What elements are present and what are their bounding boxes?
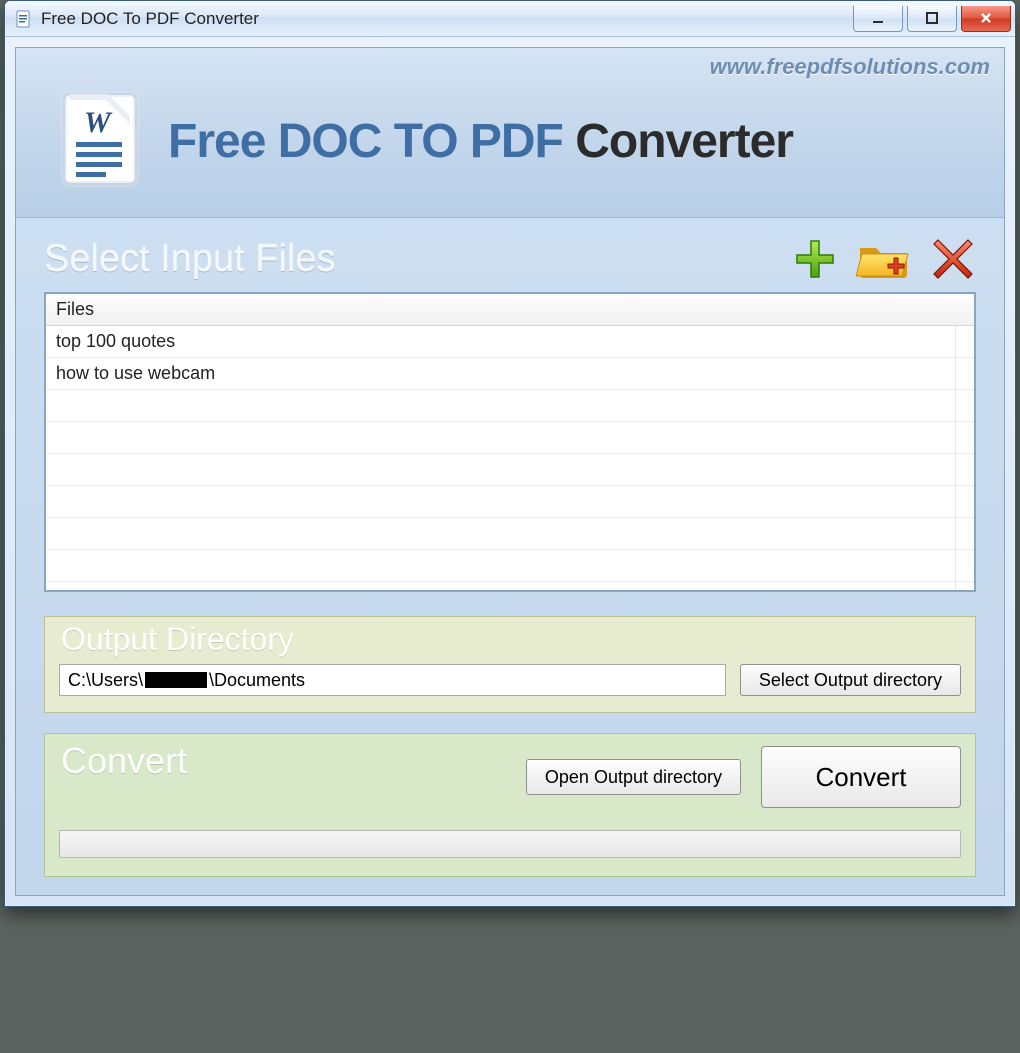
- input-section-title: Select Input Files: [44, 238, 335, 281]
- window-title: Free DOC To PDF Converter: [41, 9, 259, 29]
- file-row-empty: [46, 454, 974, 486]
- file-row[interactable]: how to use webcam: [46, 358, 974, 390]
- remove-file-button[interactable]: [930, 236, 976, 282]
- file-row-empty: [46, 486, 974, 518]
- output-path-input[interactable]: C:\Users\ \Documents: [59, 664, 726, 696]
- svg-text:W: W: [84, 106, 113, 139]
- file-list-header: Files: [46, 294, 974, 326]
- input-section-header: Select Input Files: [16, 218, 1004, 286]
- file-row[interactable]: top 100 quotes: [46, 326, 974, 358]
- output-path-prefix: C:\Users\: [68, 670, 143, 691]
- file-row-empty: [46, 550, 974, 582]
- progress-bar: [59, 830, 961, 858]
- minimize-button[interactable]: [853, 6, 903, 32]
- open-output-button[interactable]: Open Output directory: [526, 759, 741, 795]
- website-url: www.freepdfsolutions.com: [710, 54, 990, 80]
- file-row-empty: [46, 390, 974, 422]
- brand-word-4: Converter: [575, 115, 793, 168]
- output-row: C:\Users\ \Documents Select Output direc…: [59, 664, 961, 696]
- add-folder-button[interactable]: [856, 236, 912, 282]
- brand-word-1: Free: [168, 115, 265, 168]
- window-controls: [853, 6, 1015, 32]
- brand-word-2: DOC: [278, 115, 382, 168]
- redacted-segment: [145, 672, 207, 688]
- app-icon: [15, 10, 33, 28]
- main-panel: www.freepdfsolutions.com W: [15, 47, 1005, 896]
- file-row-empty: [46, 422, 974, 454]
- client-area: www.freepdfsolutions.com W: [5, 37, 1015, 906]
- select-output-button[interactable]: Select Output directory: [740, 664, 961, 696]
- add-file-button[interactable]: [792, 236, 838, 282]
- brand-row: W Free DOC TO PDF Converter: [44, 84, 793, 199]
- file-list[interactable]: Files top 100 quoteshow to use webcam: [44, 292, 976, 592]
- toolbar: [792, 236, 976, 282]
- maximize-button[interactable]: [907, 6, 957, 32]
- title-left: Free DOC To PDF Converter: [15, 9, 259, 29]
- output-title: Output Directory: [61, 621, 961, 658]
- output-panel: Output Directory C:\Users\ \Documents Se…: [44, 616, 976, 713]
- brand-header: www.freepdfsolutions.com W: [16, 48, 1004, 218]
- output-path-suffix: \Documents: [209, 670, 305, 691]
- titlebar: Free DOC To PDF Converter: [5, 1, 1015, 37]
- app-window: Free DOC To PDF Converter www.freepdfsol…: [4, 0, 1016, 907]
- brand-title: Free DOC TO PDF Converter: [168, 114, 793, 169]
- convert-row: Open Output directory Convert: [59, 746, 961, 808]
- brand-word-3: TO PDF: [394, 115, 563, 168]
- close-button[interactable]: [961, 6, 1011, 32]
- word-doc-icon: W: [44, 84, 154, 199]
- convert-button[interactable]: Convert: [761, 746, 961, 808]
- file-list-body[interactable]: top 100 quoteshow to use webcam: [46, 326, 974, 590]
- convert-panel: Convert Open Output directory Convert: [44, 733, 976, 877]
- file-row-empty: [46, 518, 974, 550]
